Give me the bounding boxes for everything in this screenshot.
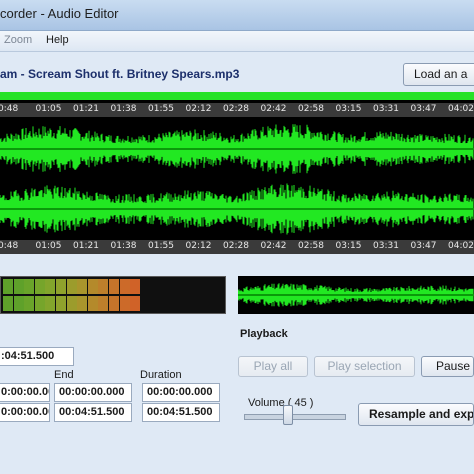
time-ruler-top: 0:48 01:05 01:21 01:38 01:55 02:12 02:28 02:42 0… [0,103,474,117]
ruler-tick: 02:42 [260,241,287,251]
ruler-tick: 0:48 [0,104,19,114]
volume-slider-track[interactable] [244,414,346,420]
menu-zoom[interactable]: Zoom [4,34,32,46]
ruler-tick: 02:28 [223,104,249,114]
level-meter-segment [13,279,24,294]
ruler-tick: 04:02 [448,104,474,114]
ruler-tick: 01:38 [110,241,137,251]
duration-field-1[interactable]: 00:00:00.000 [142,383,220,402]
end-label: End [54,369,74,381]
level-meter-segment [56,296,66,311]
level-meter-segment [119,279,130,294]
ruler-tick: 04:02 [448,241,474,251]
level-meter-segment [130,296,141,311]
progress-bar [0,92,474,100]
waveform-preview[interactable] [238,276,474,314]
waveform-channel-right[interactable] [0,180,474,238]
duration-label: Duration [140,369,182,381]
level-meter-segment [3,296,13,311]
level-meter-segment [130,279,141,294]
ruler-tick: 03:15 [335,104,362,114]
ruler-tick: 01:21 [73,104,99,114]
waveform-channel-left[interactable] [0,120,474,178]
play-all-button[interactable]: Play all [238,356,308,377]
ruler-tick: 02:58 [298,104,324,114]
start-field-2[interactable]: 0:00:00.000 [0,403,50,422]
level-meter-segment [45,279,56,294]
title-bar: corder - Audio Editor [0,0,474,31]
file-toolbar: am - Scream Shout ft. Britney Spears.mp3… [0,52,474,92]
end-field-1[interactable]: 00:00:00.000 [54,383,132,402]
ruler-tick: 03:47 [410,241,437,251]
level-meter-segment [87,296,98,311]
ruler-tick: 0:48 [0,241,19,251]
level-meter-segment [66,296,77,311]
duration-field-2[interactable]: 00:04:51.500 [142,403,220,422]
level-meter-segment [34,296,45,311]
level-meter-segment [3,279,13,294]
level-meter-segment [24,279,35,294]
ruler-tick: 02:28 [223,241,249,251]
level-meter-segment [13,296,24,311]
ruler-tick: 01:21 [73,241,99,251]
level-meter-segment [56,279,66,294]
load-file-button[interactable]: Load an a [403,63,474,86]
menu-bar: Zoom Help [0,31,474,52]
level-meter-segment [77,279,88,294]
ruler-tick: 03:31 [373,104,399,114]
level-meter-segment [98,279,109,294]
selection-start-field[interactable]: :04:51.500 [0,347,74,366]
file-name-label: am - Scream Shout ft. Britney Spears.mp3 [0,67,240,81]
window-title: corder - Audio Editor [0,6,119,21]
level-meter-segment [119,296,130,311]
level-meter-segment [87,279,98,294]
ruler-tick: 01:38 [110,104,137,114]
start-field-1[interactable]: 0:00:00.000 [0,383,50,402]
pause-button[interactable]: Pause [421,356,474,377]
ruler-tick: 02:12 [185,241,212,251]
waveform-panel[interactable]: 0:48 01:05 01:21 01:38 01:55 02:12 02:28 02:42 0… [0,92,474,254]
play-selection-button[interactable]: Play selection [314,356,415,377]
level-meter-segment [66,279,77,294]
volume-label: Volume ( 45 ) [248,397,314,409]
level-meter [0,276,226,314]
end-field-2[interactable]: 00:04:51.500 [54,403,132,422]
level-meter-segment [24,296,35,311]
ruler-tick: 01:55 [148,104,174,114]
ruler-tick: 01:05 [35,241,62,251]
ruler-tick: 02:42 [260,104,287,114]
level-meter-segment [45,296,56,311]
ruler-tick: 01:55 [148,241,174,251]
volume-slider-thumb[interactable] [283,405,293,425]
time-ruler-bottom: 0:48 01:05 01:21 01:38 01:55 02:12 02:28 02:42 0… [0,240,474,254]
ruler-tick: 01:05 [35,104,62,114]
ruler-tick: 03:31 [373,241,399,251]
level-meter-segment [98,296,109,311]
level-meter-segment [34,279,45,294]
ruler-tick: 03:15 [335,241,362,251]
ruler-tick: 03:47 [410,104,437,114]
playback-heading: Playback [240,328,288,340]
ruler-tick: 02:12 [185,104,212,114]
level-meter-segment [109,279,119,294]
resample-export-button[interactable]: Resample and exp [358,403,474,426]
level-meter-segment [109,296,119,311]
ruler-tick: 02:58 [298,241,324,251]
menu-help[interactable]: Help [46,34,69,46]
level-meter-segment [77,296,88,311]
